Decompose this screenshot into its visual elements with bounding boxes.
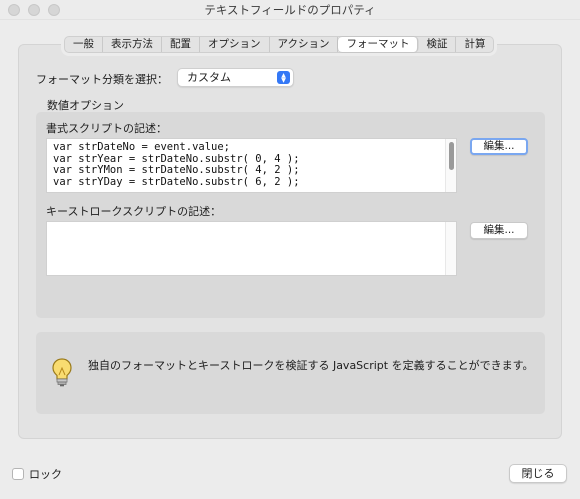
tab-general[interactable]: 一般 — [65, 37, 103, 52]
zoom-window-icon[interactable] — [48, 4, 60, 16]
code-line: var strYMon = strDateNo.substr( 4, 2 ); — [53, 164, 300, 176]
format-category-select[interactable]: カスタム ▲ ▼ — [177, 68, 294, 87]
window-title: テキストフィールドのプロパティ — [204, 2, 376, 17]
info-box: 独自のフォーマットとキーストロークを検証する JavaScript を定義するこ… — [36, 332, 545, 414]
format-script-label: 書式スクリプトの記述： — [46, 122, 167, 135]
keystroke-script-scrollbar[interactable] — [445, 222, 456, 275]
format-script-scrollbar[interactable] — [445, 139, 456, 192]
tab-bar: 一般 表示方法 配置 オプション アクション フォーマット 検証 計算 — [64, 36, 495, 53]
tab-appearance[interactable]: 表示方法 — [103, 37, 162, 52]
format-category-value: カスタム — [187, 71, 231, 84]
tab-position[interactable]: 配置 — [162, 37, 200, 52]
lightbulb-icon — [52, 358, 72, 387]
close-window-icon[interactable] — [8, 4, 20, 16]
tab-actions[interactable]: アクション — [270, 37, 339, 52]
title-bar: テキストフィールドのプロパティ — [0, 0, 580, 20]
chevron-updown-icon: ▲ ▼ — [277, 71, 290, 84]
minimize-window-icon[interactable] — [28, 4, 40, 16]
keystroke-script-label: キーストロークスクリプトの記述： — [46, 205, 222, 218]
format-script-textarea[interactable]: var strDateNo = event.value; var strYear … — [46, 138, 457, 193]
keystroke-script-textarea[interactable] — [46, 221, 457, 276]
tab-format[interactable]: フォーマット — [338, 37, 419, 52]
code-line: var strDateNo = event.value; — [53, 141, 231, 153]
edit-keystroke-script-button[interactable]: 編集... — [470, 222, 528, 239]
tab-options[interactable]: オプション — [200, 37, 270, 52]
scrollbar-thumb[interactable] — [449, 142, 454, 170]
format-script-code: var strDateNo = event.value; var strYear … — [47, 139, 456, 192]
info-text: 独自のフォーマットとキーストロークを検証する JavaScript を定義するこ… — [88, 359, 534, 372]
tab-calculate[interactable]: 計算 — [456, 37, 493, 52]
number-options-title: 数値オプション — [47, 99, 124, 112]
code-line: var strYDay = strDateNo.substr( 6, 2 ); — [53, 175, 300, 188]
tab-validate[interactable]: 検証 — [418, 37, 457, 52]
window-controls — [8, 4, 60, 16]
format-category-label: フォーマット分類を選択： — [36, 73, 168, 86]
lock-checkbox[interactable] — [12, 468, 24, 480]
edit-format-script-button[interactable]: 編集... — [470, 138, 528, 155]
close-button[interactable]: 閉じる — [509, 464, 567, 483]
lock-option[interactable]: ロック — [12, 466, 62, 482]
lock-label: ロック — [29, 468, 62, 481]
